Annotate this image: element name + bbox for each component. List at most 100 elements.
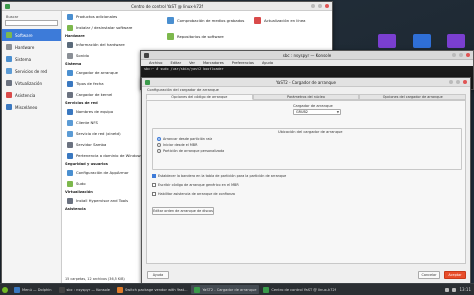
location-option[interactable]: Iniciar desde el MBR xyxy=(157,143,197,147)
ok-button[interactable]: Aceptar xyxy=(444,271,466,279)
option-label: Iniciar desde el MBR xyxy=(163,143,198,147)
category-item[interactable]: Asistencia xyxy=(2,89,61,101)
network-icon[interactable] xyxy=(445,287,450,292)
edit-disk-order-button[interactable]: Editar orden de arranque de discos xyxy=(152,207,214,215)
hostnames-icon xyxy=(67,108,73,115)
option-label: Arrancar desde partición raíz xyxy=(163,137,213,141)
location-option[interactable]: Arrancar desde partición raíz xyxy=(157,137,212,141)
add-on-icon xyxy=(67,13,73,20)
support-icon xyxy=(6,92,12,98)
minimize-button[interactable] xyxy=(449,80,453,84)
hardware-info-icon xyxy=(67,41,73,48)
module-item[interactable]: Información del hardware xyxy=(62,39,162,50)
network-services-icon xyxy=(6,68,12,74)
module-item[interactable]: Repositorios de software xyxy=(167,33,224,40)
flag-option[interactable]: Establecer la bandera en la tabla de par… xyxy=(152,174,286,178)
category-item[interactable]: Software xyxy=(2,29,61,41)
search-input[interactable] xyxy=(5,20,58,26)
minimize-button[interactable] xyxy=(311,4,315,8)
folder-icon[interactable] xyxy=(447,34,465,48)
taskbar-task[interactable]: Switch package vendor with Yast... xyxy=(114,285,190,294)
module-item[interactable]: Instalar / desinstalar software xyxy=(62,22,162,33)
module-item[interactable]: Productos adicionales xyxy=(62,11,162,22)
location-group-label: Ubicación del cargador de arranque xyxy=(278,130,343,134)
taskbar-task[interactable]: YaST2 - Cargador de arranque xyxy=(191,285,260,294)
close-button[interactable] xyxy=(466,53,470,57)
checkbox[interactable] xyxy=(152,183,156,187)
module-label: Comprobación de medios grabados xyxy=(177,18,245,23)
menu-item[interactable]: Editar xyxy=(170,61,181,65)
yast-cc-icon xyxy=(5,4,10,9)
module-item[interactable]: Comprobación de medios grabados xyxy=(167,17,244,24)
checkbox[interactable] xyxy=(152,192,156,196)
menu-item[interactable]: Preferencias xyxy=(232,61,254,65)
taskbar-task-label: Switch package vendor with Yast... xyxy=(125,287,188,292)
category-item[interactable]: Hardware xyxy=(2,41,61,53)
cancel-button[interactable]: Cancelar xyxy=(418,271,440,279)
help-button[interactable]: Ayuda xyxy=(147,271,169,279)
bootloader-icon xyxy=(67,69,73,76)
category-label: Asistencia xyxy=(15,92,36,98)
taskbar-task[interactable]: sbc : nsyspyr — Konsole xyxy=(56,285,113,294)
radio-button[interactable] xyxy=(157,137,161,141)
flag-option[interactable]: Escribir código de arranque genérico en … xyxy=(152,183,239,187)
module-item[interactable]: Actualización en línea xyxy=(254,17,305,24)
clock[interactable]: 13:11 xyxy=(459,287,471,292)
category-item[interactable]: Sistema xyxy=(2,53,61,65)
system-tray: 13:11 xyxy=(445,287,474,292)
module-label: Repositorios de software xyxy=(177,34,224,39)
dolphin-icon xyxy=(14,286,20,293)
menu-item[interactable]: Marcadores xyxy=(203,61,224,65)
maximize-button[interactable] xyxy=(318,4,322,8)
module-label: Cargador de arranque xyxy=(76,70,118,75)
folder-icon[interactable] xyxy=(378,34,396,48)
category-item[interactable]: Virtualización xyxy=(2,77,61,89)
opensuse-icon xyxy=(2,286,8,293)
radio-button[interactable] xyxy=(157,143,161,147)
location-option[interactable]: Partición de arranque personalizada xyxy=(157,149,224,153)
category-label: Software xyxy=(15,32,33,38)
flag-option[interactable]: Habilitar asistencia de arranque de conf… xyxy=(152,192,235,196)
category-item[interactable]: Servicios de red xyxy=(2,65,61,77)
ok-label: Aceptar xyxy=(448,273,462,277)
repositories-icon xyxy=(167,33,174,40)
loader-label: Cargador de arranque xyxy=(293,104,333,108)
radio-button[interactable] xyxy=(157,149,161,153)
konsole-icon xyxy=(58,286,65,293)
menu-item[interactable]: Ayuda xyxy=(262,61,273,65)
category-label: Virtualización xyxy=(15,80,43,86)
kernel-icon xyxy=(67,91,73,98)
dialog-heading: Configuración del cargador de arranque xyxy=(147,88,219,92)
loader-select[interactable]: GRUB2 ▼ xyxy=(293,109,341,115)
checkbox[interactable] xyxy=(152,174,156,178)
yast-icon xyxy=(194,286,201,293)
volume-icon[interactable] xyxy=(452,287,457,292)
konsole-titlebar: sbc : nsyspyr — Konsole xyxy=(141,51,473,60)
online-update-icon xyxy=(254,17,261,24)
menu-item[interactable]: Archivo xyxy=(149,61,162,65)
module-label: Tipos de fecha xyxy=(76,81,104,86)
date-icon xyxy=(67,80,73,87)
sound-icon xyxy=(67,52,73,59)
module-label: Actualización en línea xyxy=(264,18,306,23)
taskbar-task[interactable]: Menú — Dolphin xyxy=(11,285,55,294)
help-label: Ayuda xyxy=(152,273,164,277)
konsole-title: sbc : nsyspyr — Konsole xyxy=(282,52,332,58)
maximize-button[interactable] xyxy=(456,80,460,84)
menu-item[interactable]: Ver xyxy=(189,61,195,65)
nfs-icon xyxy=(67,119,73,126)
app-launcher-button[interactable] xyxy=(0,285,10,294)
folder-icon[interactable] xyxy=(413,34,431,48)
taskbar-task[interactable]: Centro de control YaST @ linux-k72f xyxy=(260,285,339,294)
minimize-button[interactable] xyxy=(452,53,456,57)
category-label: Sistema xyxy=(15,56,32,62)
samba-icon xyxy=(67,141,73,148)
close-button[interactable] xyxy=(463,80,467,84)
option-label: Escribir código de arranque genérico en … xyxy=(158,183,239,187)
category-item[interactable]: Misceláneo xyxy=(2,101,61,113)
yast-cc-icon xyxy=(263,286,270,293)
maximize-button[interactable] xyxy=(459,53,463,57)
module-label: Sudo xyxy=(76,181,86,186)
hardware-icon xyxy=(6,44,12,50)
close-button[interactable] xyxy=(325,4,329,8)
